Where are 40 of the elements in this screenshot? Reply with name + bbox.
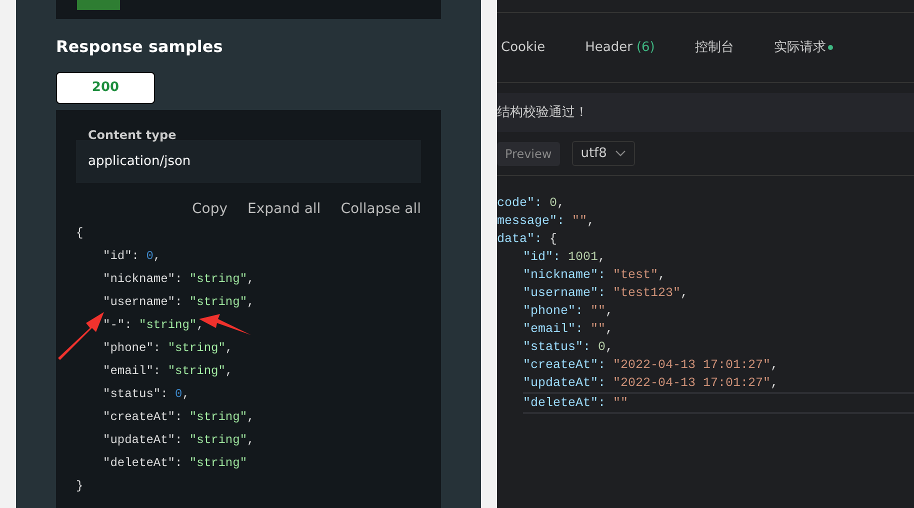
code-line: "username": "string", [103,294,254,311]
action-link[interactable]: Expand all [248,199,321,220]
code-line: "status": 0, [523,339,614,356]
panel-tab[interactable]: 实际请求 [774,38,833,58]
code-line: data": { [497,231,558,248]
encoding-select[interactable]: utf8 [572,140,635,166]
code-line: "status": 0, [103,386,190,403]
code-line: "-": "string", [103,317,204,334]
code-line: "updateAt": "2022-04-13 17:01:27", [523,375,780,392]
section-title: Response samples [56,37,224,57]
code-line: "phone": "string", [103,340,233,357]
code-line: "email": "string", [103,363,233,380]
panel-tab[interactable]: Header (6) [585,38,655,58]
code-line: "createAt": "string", [103,409,254,426]
code-line: "deleteAt": "" [523,392,914,414]
panel-tab[interactable]: Cookie [501,38,546,58]
code-line: code": 0, [497,195,566,212]
validation-message: 结构校验通过！ [497,105,588,120]
code-line: "nickname": "string", [103,271,254,288]
panel-tab[interactable]: 控制台 [694,38,734,58]
code-line: message": "", [497,213,596,230]
code-line: "createAt": "2022-04-13 17:01:27", [523,357,780,374]
code-line: "updateAt": "string", [103,432,254,449]
code-line: "id": 1001, [523,249,607,266]
preview-button[interactable]: Preview [497,142,560,166]
code-line: { [76,225,84,242]
code-line: "nickname": "test", [523,267,667,284]
code-line: "email": "", [523,321,614,338]
content-type-label: Content type [88,128,176,142]
annotation-arrow [198,313,252,337]
code-line: "username": "test123", [523,285,690,302]
code-line: } [76,478,84,495]
code-line: "deleteAt": "string" [103,455,248,472]
action-link[interactable]: Collapse all [340,199,421,220]
chevron-icon [614,150,626,157]
code-line: "id": 0, [103,248,161,265]
action-link[interactable]: Copy [192,199,228,220]
status-tab[interactable]: 200 [56,72,155,104]
code-line: "phone": "", [523,303,614,320]
method-badge [77,0,120,10]
